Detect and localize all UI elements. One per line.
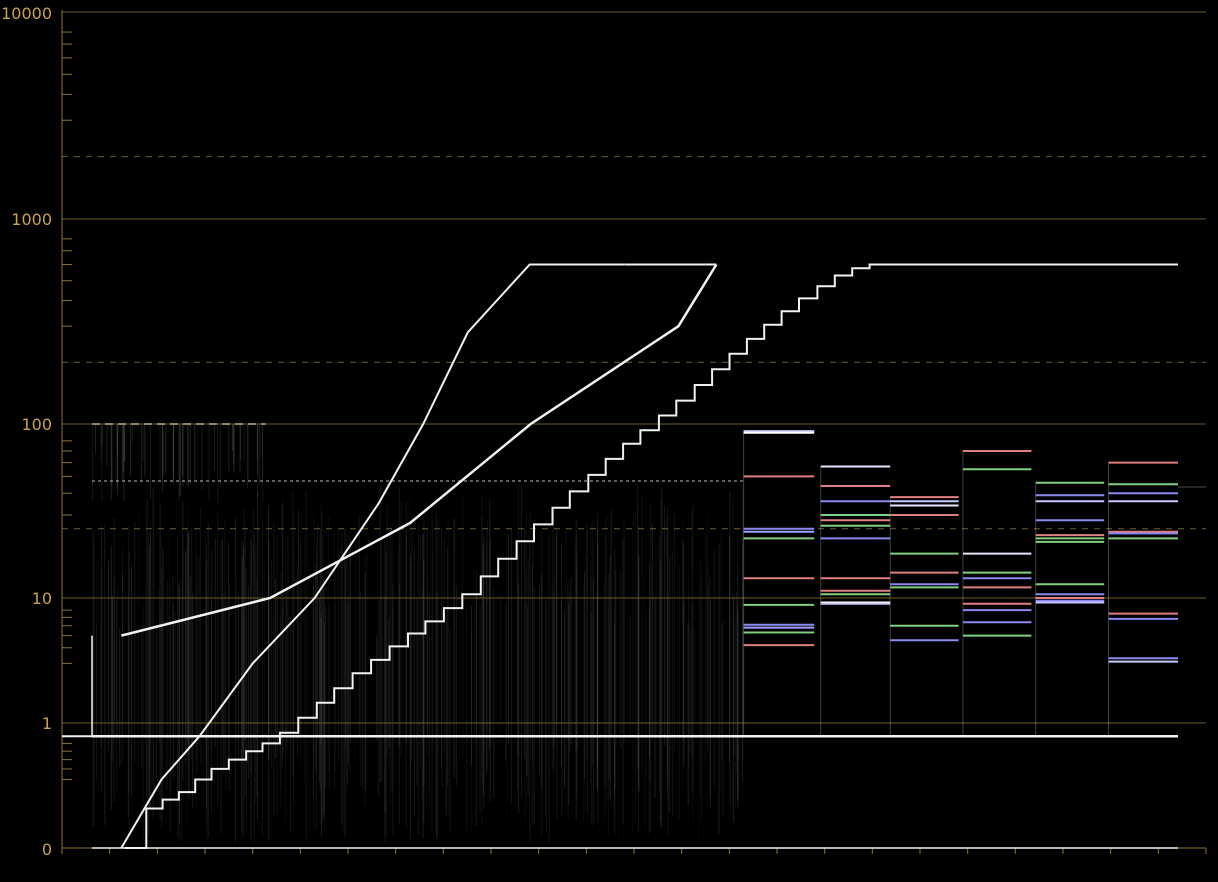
y-axis-labels: 10000 1000 100 10 1 0 [1, 4, 52, 859]
y-tick-label: 0 [42, 840, 52, 859]
y-tick-label: 10 [32, 589, 52, 608]
waveform-chart: 10000 1000 100 10 1 0 [1, 4, 1207, 859]
y-tick-label: 100 [21, 415, 52, 434]
waveform-scope: 10000 1000 100 10 1 0 [0, 0, 1218, 878]
y-tick-label: 1 [42, 714, 52, 733]
y-tick-label: 10000 [1, 4, 52, 23]
waveform-noise-layer [91, 423, 1206, 844]
patch-levels [743, 430, 1178, 737]
waveform-traces [62, 263, 1178, 849]
y-tick-label: 1000 [11, 210, 52, 229]
